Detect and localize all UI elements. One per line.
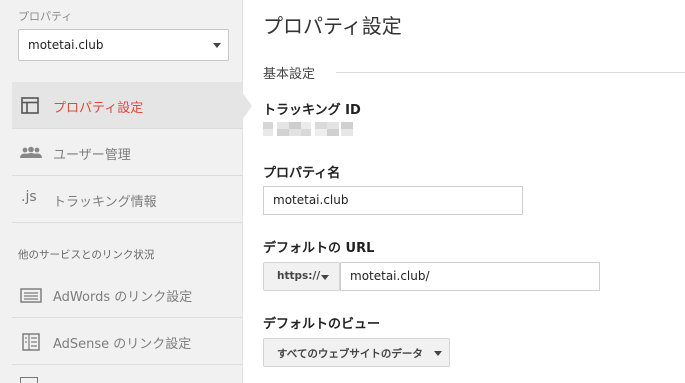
- chevron-down-icon: [321, 275, 329, 280]
- nav-separator: [12, 364, 242, 365]
- nav-item-label: トラッキング情報: [53, 195, 157, 210]
- links-section-title: 他のサービスとのリンク状況: [18, 249, 155, 261]
- next-item-icon: [20, 377, 38, 383]
- default-url-input[interactable]: motetai.club/: [340, 262, 600, 291]
- protocol-value: https://: [277, 270, 321, 282]
- protocol-dropdown[interactable]: https://: [263, 262, 340, 291]
- default-url-value: motetai.club/: [350, 269, 430, 283]
- layout-icon: [21, 97, 39, 114]
- nav-item-adsense-link[interactable]: AdSense のリンク設定: [12, 318, 242, 364]
- property-name-value: motetai.club: [273, 193, 349, 207]
- default-view-label: デフォルトのビュー: [263, 317, 381, 332]
- adwords-icon: [20, 288, 42, 303]
- users-icon: [20, 146, 42, 158]
- nav-item-label: プロパティ設定: [53, 101, 144, 116]
- nav-item-adwords-link[interactable]: AdWords のリンク設定: [12, 271, 242, 317]
- default-url-label: デフォルトの URL: [263, 241, 375, 256]
- property-select-value: motetai.club: [28, 38, 104, 52]
- nav-item-label: ユーザー管理: [53, 148, 131, 163]
- tracking-id-label: トラッキング ID: [263, 103, 361, 118]
- active-nav-pointer: [242, 92, 252, 120]
- nav-separator: [12, 222, 242, 223]
- property-name-input[interactable]: motetai.club: [263, 186, 523, 215]
- property-label: プロパティ: [18, 10, 73, 23]
- nav-item-label: AdWords のリンク設定: [53, 290, 193, 305]
- section-rule: [336, 72, 685, 73]
- chevron-down-icon: [434, 351, 442, 356]
- page-title: プロパティ設定: [263, 14, 402, 38]
- redacted-tracking-id: [263, 121, 361, 136]
- default-view-value: すべてのウェブサイトのデータ: [277, 348, 423, 360]
- chevron-down-icon: [213, 43, 221, 48]
- adsense-icon: [22, 333, 40, 351]
- nav-item-user-management[interactable]: ユーザー管理: [12, 129, 242, 175]
- default-view-dropdown[interactable]: すべてのウェブサイトのデータ: [263, 338, 450, 367]
- property-select[interactable]: motetai.club: [18, 29, 229, 61]
- nav-item-label: AdSense のリンク設定: [53, 337, 192, 352]
- nav-item-tracking-info[interactable]: .js トラッキング情報: [12, 176, 242, 222]
- sidebar-divider: [242, 0, 243, 383]
- property-name-label: プロパティ名: [263, 166, 341, 181]
- js-icon: .js: [21, 189, 37, 205]
- nav-item-property-settings[interactable]: プロパティ設定: [12, 82, 242, 128]
- basic-settings-heading: 基本設定: [263, 67, 316, 82]
